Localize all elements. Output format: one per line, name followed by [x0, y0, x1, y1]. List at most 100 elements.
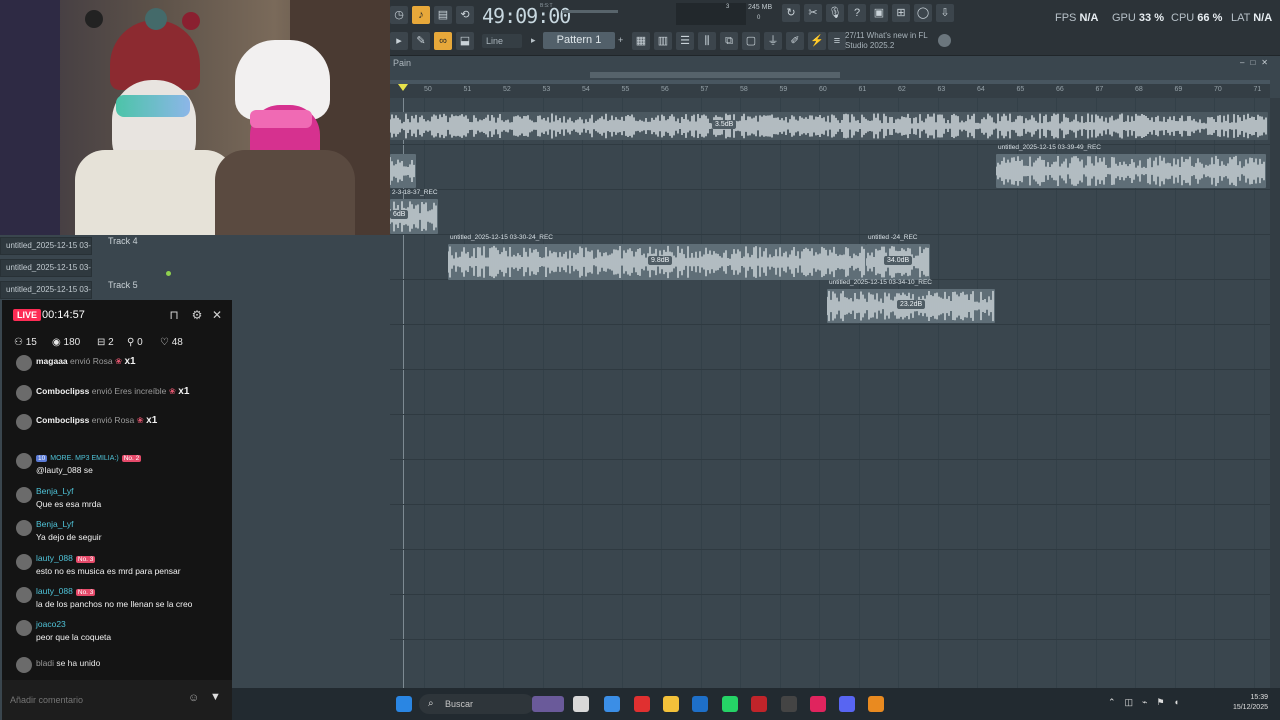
pencil-icon[interactable]: ✎: [412, 32, 430, 50]
username[interactable]: magaaa: [36, 356, 68, 366]
ruler-tick: 67: [1095, 86, 1104, 93]
track-clip-source[interactable]: untitled_2025-12-15 03-...: [0, 259, 92, 277]
widgets-icon[interactable]: [532, 696, 564, 712]
track-led[interactable]: [166, 271, 171, 276]
webcam-feed: [0, 0, 392, 235]
username[interactable]: Benja_Lyf: [36, 486, 74, 496]
piano-roll-icon[interactable]: ▥: [654, 32, 672, 50]
tiktok-icon[interactable]: [810, 696, 826, 712]
copilot-icon[interactable]: [604, 696, 620, 712]
app-icon[interactable]: [751, 696, 767, 712]
avatar[interactable]: [16, 620, 32, 636]
settings-icon[interactable]: ⚙: [190, 308, 204, 322]
track-name[interactable]: Track 5: [108, 280, 138, 290]
download-icon[interactable]: ⇩: [936, 4, 954, 22]
avatar[interactable]: [16, 487, 32, 503]
fl-studio-icon[interactable]: [868, 696, 884, 712]
plug-icon[interactable]: ⚡: [808, 32, 826, 50]
avatar[interactable]: [16, 385, 32, 401]
mixer-icon[interactable]: ⊞: [892, 4, 910, 22]
song-mode-button[interactable]: ♪: [412, 6, 430, 24]
mic-icon[interactable]: 🎙: [826, 4, 844, 22]
audio-clip[interactable]: [390, 154, 416, 188]
obs-icon[interactable]: [781, 696, 797, 712]
grid-line: [621, 98, 623, 688]
emoji-icon[interactable]: ☺: [188, 692, 199, 704]
avatar[interactable]: [16, 520, 32, 536]
comment-input[interactable]: [10, 689, 206, 711]
pattern-selector[interactable]: Pattern 1: [543, 32, 615, 49]
timeline-ruler[interactable]: 50 51 52 53 54 55 56 57 58 59 60 61 62 63 64 65 66 67 68 69…: [390, 84, 1270, 98]
audio-clip[interactable]: untitled_2025-12-15 03-34-10_REC 23.2dB: [827, 279, 995, 323]
memory-a: 3: [726, 4, 730, 10]
window-controls[interactable]: –□✕: [1240, 58, 1274, 67]
whatsapp-icon[interactable]: [722, 696, 738, 712]
task-view-icon[interactable]: [573, 696, 589, 712]
channel-rack-icon[interactable]: ☰: [676, 32, 694, 50]
news-panel[interactable]: 27/11 What's new in FL Studio 2025.2: [845, 31, 928, 51]
snap-select[interactable]: Line: [482, 34, 522, 48]
brush-icon[interactable]: ✐: [786, 32, 804, 50]
chat-icon[interactable]: ◯: [914, 4, 932, 22]
playlist-icon[interactable]: ▦: [632, 32, 650, 50]
close-icon[interactable]: ✕: [210, 308, 224, 322]
tray-icons[interactable]: ⌃◫⌁⚑◖: [1108, 697, 1188, 708]
username[interactable]: lauty_088 No. 3: [36, 553, 96, 563]
avatar[interactable]: [16, 453, 32, 469]
file-icon[interactable]: ▢: [742, 32, 760, 50]
save-icon[interactable]: ▣: [870, 4, 888, 22]
filter-icon[interactable]: ▼: [210, 691, 221, 703]
gpu-value: 33 %: [1138, 12, 1164, 24]
likes-count: 48: [171, 337, 183, 348]
store-icon[interactable]: [692, 696, 708, 712]
pattern-prev-icon[interactable]: ▸: [531, 32, 541, 49]
username[interactable]: bladi: [36, 658, 54, 668]
opera-icon[interactable]: [634, 696, 650, 712]
refresh-icon[interactable]: ↻: [782, 4, 800, 22]
playhead-marker[interactable]: [398, 84, 408, 91]
avatar[interactable]: [16, 657, 32, 673]
horizontal-scrollbar[interactable]: [590, 72, 840, 78]
track-clip-source[interactable]: untitled_2025-12-15 03-...: [0, 281, 92, 299]
mixer-view-icon[interactable]: ⫼: [698, 32, 716, 50]
play-icon[interactable]: ◷: [390, 6, 408, 24]
audio-clip[interactable]: untitled -24_REC 34.0dB: [866, 234, 930, 280]
master-volume-slider[interactable]: [562, 10, 618, 13]
discord-icon[interactable]: [839, 696, 855, 712]
username[interactable]: Comboclipss: [36, 386, 89, 396]
taskbar: Buscar ⌕ ⌃◫⌁⚑◖ 15:39 15/12/2025: [232, 688, 1280, 720]
audio-clip[interactable]: 3.5dB: [390, 112, 1268, 140]
username[interactable]: Benja_Lyf: [36, 519, 74, 529]
help-icon[interactable]: ?: [848, 4, 866, 22]
cut-icon[interactable]: ✂: [804, 4, 822, 22]
link-icon[interactable]: ∞: [434, 32, 452, 50]
avatar[interactable]: [16, 355, 32, 371]
taskbar-clock[interactable]: 15:39 15/12/2025: [1233, 693, 1268, 713]
avatar[interactable]: [16, 554, 32, 570]
browser-icon[interactable]: ⧉: [720, 32, 738, 50]
pattern-add-icon[interactable]: +: [618, 32, 628, 49]
username[interactable]: 10 MORE. MP3 EMILIA:) No. 2: [36, 452, 142, 462]
vertical-scrollbar[interactable]: [1270, 98, 1280, 688]
lock-icon[interactable]: ⊓: [167, 308, 181, 322]
track-name[interactable]: Track 4: [108, 236, 138, 246]
arrow-icon[interactable]: ▸: [390, 32, 408, 50]
globe-icon[interactable]: [938, 34, 951, 47]
audio-clip[interactable]: untitled_2025-12-15 03-39-49_REC: [996, 144, 1266, 188]
loop-icon[interactable]: ⟲: [456, 6, 474, 24]
username[interactable]: Comboclipss: [36, 415, 89, 425]
username[interactable]: lauty_088 No. 3: [36, 586, 96, 596]
avatar[interactable]: [16, 414, 32, 430]
plugin-icon[interactable]: ⏚: [764, 32, 782, 50]
audio-clip[interactable]: untitled_2025-12-15 03-30-24_REC 9.8dB: [448, 234, 866, 280]
track-clip-source[interactable]: untitled_2025-12-15 03-...: [0, 237, 92, 255]
audio-clip[interactable]: 2-3-18-37_REC 6dB: [390, 189, 438, 234]
windows-start-icon[interactable]: [396, 696, 412, 712]
username[interactable]: joaco23: [36, 619, 66, 629]
taskbar-search[interactable]: Buscar: [419, 694, 534, 714]
stamp-icon[interactable]: ⬓: [456, 32, 474, 50]
news-icon[interactable]: ≡: [828, 32, 846, 50]
folder-icon[interactable]: [663, 696, 679, 712]
metronome-icon[interactable]: ▤: [434, 6, 452, 24]
avatar[interactable]: [16, 587, 32, 603]
